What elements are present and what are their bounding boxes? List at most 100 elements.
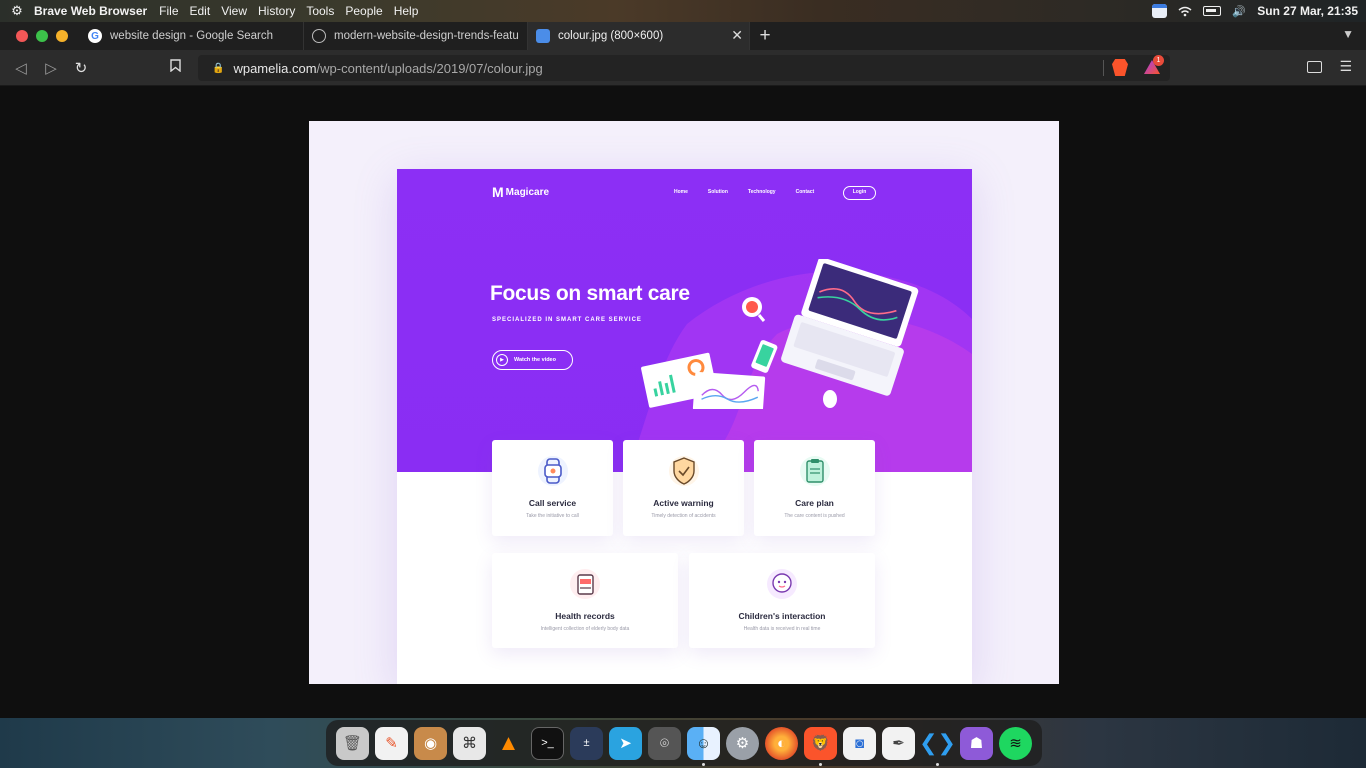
terminal-icon[interactable]: >_ bbox=[531, 726, 564, 760]
close-window-button[interactable] bbox=[16, 30, 28, 42]
play-icon: ▶ bbox=[496, 354, 508, 366]
close-tab-icon[interactable]: ✕ bbox=[731, 27, 743, 44]
mock-hero-subtitle: SPECIALIZED IN SMART CARE SERVICE bbox=[492, 317, 642, 323]
minimize-window-button[interactable] bbox=[56, 30, 68, 42]
tab-design-trends[interactable]: modern-website-design-trends-featu bbox=[304, 22, 528, 50]
menu-people[interactable]: People bbox=[345, 4, 382, 18]
rewards-badge: 1 bbox=[1153, 55, 1164, 66]
mock-nav-solution: Solution bbox=[707, 189, 728, 195]
card-active-warning: Active warning Timely detection of accid… bbox=[623, 440, 744, 536]
tab-bar: G website design - Google Search modern-… bbox=[0, 22, 1366, 50]
notes-icon[interactable]: ✎ bbox=[375, 726, 408, 760]
magnifier-icon bbox=[742, 297, 766, 322]
telegram-icon[interactable]: ➤ bbox=[609, 726, 642, 760]
reload-button[interactable]: ↻ bbox=[66, 59, 96, 77]
brave-icon[interactable]: 🦁 bbox=[804, 726, 837, 766]
menu-file[interactable]: File bbox=[159, 4, 178, 18]
card-description: The care content is pushed bbox=[784, 513, 845, 519]
spotify-icon[interactable]: ≋ bbox=[999, 726, 1032, 760]
text-editor-icon[interactable]: ✒ bbox=[882, 726, 915, 760]
running-indicator bbox=[936, 762, 939, 766]
vlc-icon[interactable]: ▲ bbox=[492, 727, 525, 760]
settings-icon[interactable]: ⚙ bbox=[726, 726, 759, 760]
mock-nav-technology: Technology bbox=[747, 189, 776, 195]
card-title: Care plan bbox=[795, 498, 834, 508]
card-description: Take the initiative to call bbox=[526, 513, 579, 519]
tab-colour-jpg[interactable]: colour.jpg (800×600) ✕ bbox=[528, 22, 750, 50]
system-menubar: ⚙ Brave Web Browser File Edit View Histo… bbox=[0, 0, 1366, 22]
vscode-icon[interactable]: ❮❯ bbox=[919, 727, 956, 766]
firefox-icon[interactable]: ◐ bbox=[765, 726, 798, 760]
tab-title: modern-website-design-trends-featu bbox=[334, 30, 519, 42]
mock-watch-video-label: Watch the video bbox=[514, 357, 556, 363]
magicare-logo: M Magicare bbox=[492, 184, 549, 200]
screenshot-icon[interactable]: ⌾ bbox=[648, 726, 681, 760]
address-bar[interactable]: 🔒 wpamelia.com/wp-content/uploads/2019/0… bbox=[198, 55, 1170, 81]
phone-illustration bbox=[751, 340, 778, 373]
running-indicator bbox=[819, 762, 822, 766]
mock-nav: Home Solution Technology Contact bbox=[674, 189, 814, 195]
card-title: Children's interaction bbox=[738, 611, 826, 621]
card-call-service: Call service Take the initiative to call bbox=[492, 440, 613, 536]
shield-warning-icon bbox=[668, 456, 699, 486]
lock-icon[interactable]: 🔒 bbox=[212, 63, 224, 74]
mock-nav-home: Home bbox=[674, 189, 688, 195]
menu-tools[interactable]: Tools bbox=[306, 4, 334, 18]
card-childrens-interaction: Children's interaction Health data is re… bbox=[689, 553, 875, 648]
google-icon: G bbox=[88, 29, 102, 43]
volume-icon[interactable]: 🔊 bbox=[1231, 4, 1247, 18]
mock-watch-video-button: ▶ Watch the video bbox=[492, 350, 573, 370]
system-menu-icon[interactable]: ⚙ bbox=[0, 3, 34, 19]
clipboard-icon bbox=[799, 456, 830, 486]
calculator-icon[interactable]: ± bbox=[570, 726, 603, 760]
app-name[interactable]: Brave Web Browser bbox=[34, 4, 147, 18]
magicare-logo-text: Magicare bbox=[505, 186, 550, 198]
wifi-icon[interactable] bbox=[1177, 4, 1193, 18]
url-path: /wp-content/uploads/2019/07/colour.jpg bbox=[316, 60, 543, 76]
url-host: wpamelia.com bbox=[233, 60, 317, 76]
wallet-icon[interactable] bbox=[1307, 61, 1322, 73]
displayed-image[interactable]: M Magicare Home Solution Technology Cont… bbox=[309, 121, 1059, 684]
card-health-records: Health records Intelligent collection of… bbox=[492, 553, 678, 648]
image-viewer: M Magicare Home Solution Technology Cont… bbox=[0, 86, 1366, 718]
card-care-plan: Care plan The care content is pushed bbox=[754, 440, 875, 536]
brave-shields-icon[interactable] bbox=[1112, 59, 1128, 76]
website-mockup: M Magicare Home Solution Technology Cont… bbox=[397, 169, 972, 684]
laptop-illustration bbox=[781, 259, 919, 396]
menu-history[interactable]: History bbox=[258, 4, 295, 18]
menu-help[interactable]: Help bbox=[394, 4, 419, 18]
chat-face-icon bbox=[767, 569, 797, 599]
tab-title: colour.jpg (800×600) bbox=[558, 30, 664, 42]
battery-icon[interactable] bbox=[1203, 6, 1222, 16]
keyboard-shortcuts-icon[interactable]: ⌘ bbox=[453, 726, 486, 760]
calendar-icon[interactable] bbox=[1152, 4, 1168, 18]
card-title: Active warning bbox=[653, 498, 714, 508]
camera-icon[interactable]: ◙ bbox=[843, 726, 876, 760]
dock: 🗑 ✎ ◉ ⌘ ▲ >_ ± ➤ ⌾ ☺ ⚙ ◐ 🦁 ◙ ✒ ❮❯ ☗ ≋ bbox=[326, 720, 1042, 766]
gimp-icon[interactable]: ◉ bbox=[414, 726, 447, 760]
browser-toolbar: ◁ ▷ ↻ 🔒 wpamelia.com/wp-content/uploads/… bbox=[0, 50, 1366, 86]
finder-icon[interactable]: ☺ bbox=[687, 726, 720, 766]
github-icon[interactable]: ☗ bbox=[960, 726, 993, 760]
trash-icon[interactable]: 🗑 bbox=[336, 726, 369, 760]
tab-google-search[interactable]: G website design - Google Search bbox=[80, 22, 304, 50]
records-icon bbox=[570, 569, 600, 599]
window-controls bbox=[0, 30, 80, 42]
card-description: Health data is received in real time bbox=[743, 626, 821, 632]
hamburger-menu-icon[interactable]: ☰ bbox=[1339, 58, 1352, 75]
forward-button[interactable]: ▷ bbox=[36, 59, 66, 77]
tab-title: website design - Google Search bbox=[110, 30, 274, 42]
bookmark-icon[interactable] bbox=[170, 59, 186, 75]
hero-illustration bbox=[641, 259, 919, 409]
hero-section: M Magicare Home Solution Technology Cont… bbox=[397, 169, 972, 472]
back-button[interactable]: ◁ bbox=[6, 59, 36, 77]
mock-nav-contact: Contact bbox=[795, 189, 815, 195]
maximize-window-button[interactable] bbox=[36, 30, 48, 42]
tab-search-chevron-icon[interactable]: ▼ bbox=[1342, 27, 1354, 41]
menu-edit[interactable]: Edit bbox=[190, 4, 211, 18]
clock[interactable]: Sun 27 Mar, 21:35 bbox=[1257, 4, 1358, 18]
wave-card-illustration bbox=[692, 371, 766, 409]
card-title: Health records bbox=[555, 611, 615, 621]
new-tab-button[interactable]: + bbox=[750, 25, 780, 47]
menu-view[interactable]: View bbox=[221, 4, 247, 18]
